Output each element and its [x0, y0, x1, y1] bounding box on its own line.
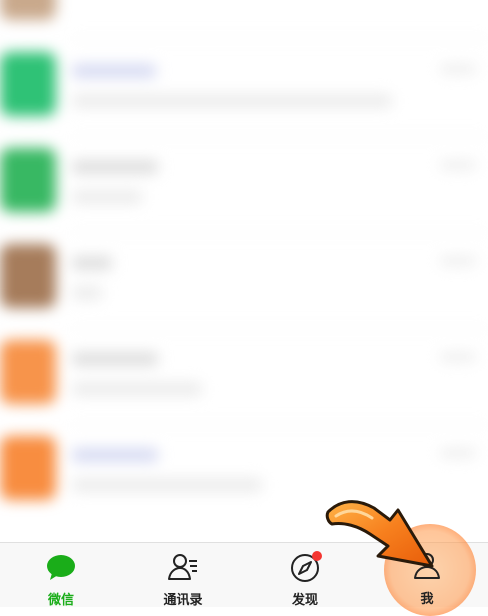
blurred-content: [0, 0, 488, 542]
placeholder-bar: [440, 64, 476, 74]
avatar: [0, 436, 56, 500]
tab-label: 微信: [47, 593, 74, 608]
placeholder-bar: [72, 286, 102, 300]
list-item[interactable]: [0, 0, 488, 40]
divider: [72, 424, 488, 425]
placeholder-bar: [440, 160, 476, 170]
avatar: [0, 52, 56, 116]
chat-bubble-icon: [47, 555, 75, 580]
pointer-arrow-icon: [325, 500, 434, 568]
avatar: [0, 340, 56, 404]
placeholder-bar: [72, 478, 262, 492]
placeholder-bar: [440, 256, 476, 266]
tab-me-label-overlay: 我: [420, 592, 434, 607]
placeholder-bar: [72, 448, 158, 462]
conversation-list: [0, 0, 488, 542]
placeholder-bar: [72, 352, 158, 366]
placeholder-bar: [440, 448, 476, 458]
divider: [72, 328, 488, 329]
list-item[interactable]: [0, 138, 488, 234]
tab-label: 发现: [291, 593, 318, 608]
placeholder-bar: [72, 94, 392, 108]
placeholder-bar: [72, 256, 112, 270]
tab-label: 通讯录: [163, 593, 203, 608]
placeholder-bar: [72, 64, 156, 78]
tab-chats[interactable]: 微信: [0, 543, 122, 608]
placeholder-bar: [440, 352, 476, 362]
divider: [72, 136, 488, 137]
list-item[interactable]: [0, 234, 488, 330]
placeholder-bar: [72, 160, 158, 174]
notification-badge: [312, 551, 322, 561]
list-item[interactable]: [0, 42, 488, 138]
avatar: [0, 148, 56, 212]
divider: [72, 232, 488, 233]
divider: [72, 38, 488, 39]
placeholder-bar: [72, 382, 202, 396]
placeholder-bar: [72, 190, 142, 204]
avatar: [0, 244, 56, 308]
contacts-icon: [168, 554, 197, 580]
avatar: [0, 0, 56, 20]
tab-contacts[interactable]: 通讯录: [122, 543, 244, 608]
list-item[interactable]: [0, 330, 488, 426]
